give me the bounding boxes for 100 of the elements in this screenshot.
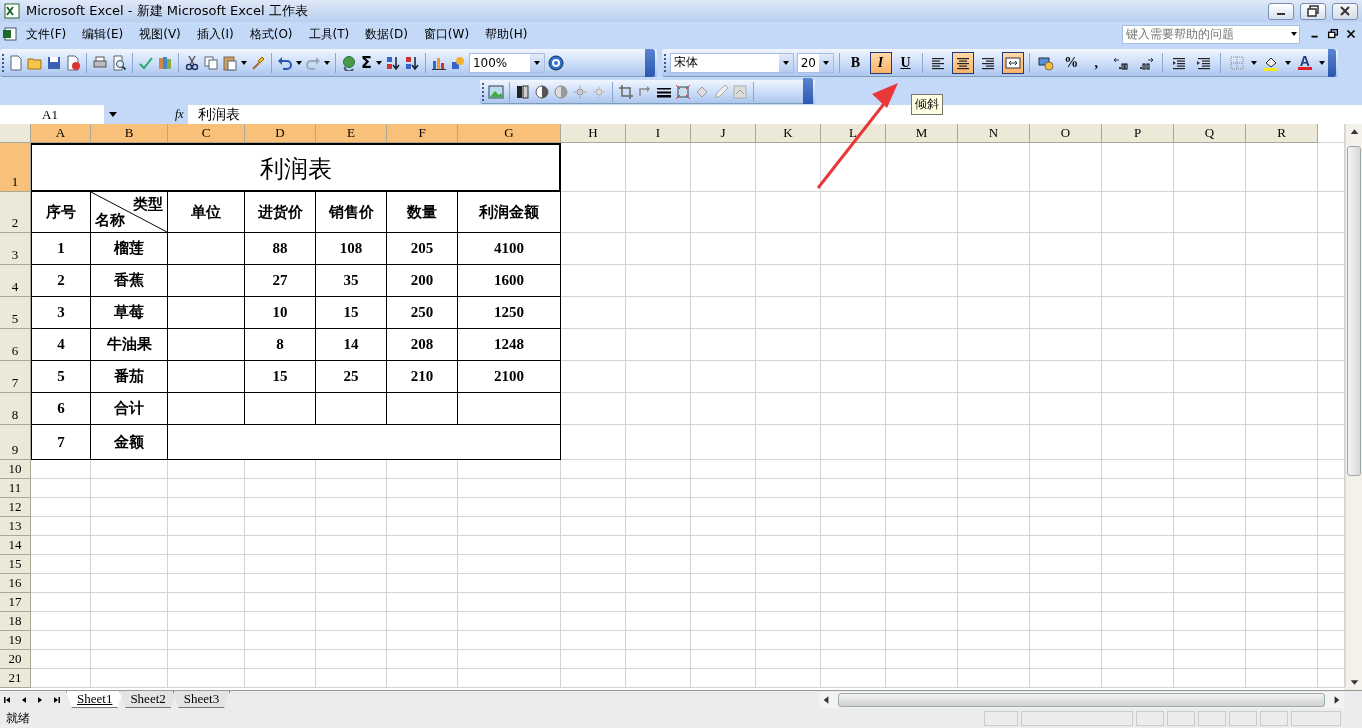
restore-icon[interactable] xyxy=(1326,27,1340,41)
brightness-icon[interactable] xyxy=(572,83,588,100)
row-header[interactable]: 17 xyxy=(0,593,31,612)
scissors-icon[interactable] xyxy=(184,54,200,71)
brightness-icon[interactable] xyxy=(591,83,607,100)
document-stop-icon[interactable] xyxy=(65,54,81,71)
comma-button[interactable]: , xyxy=(1085,51,1108,74)
row-header[interactable]: 7 xyxy=(0,361,31,393)
paintbrush-icon[interactable] xyxy=(250,54,266,71)
row-header[interactable]: 15 xyxy=(0,555,31,574)
spreadsheet-cell[interactable] xyxy=(168,393,245,425)
spreadsheet-cell[interactable] xyxy=(458,393,561,425)
column-header[interactable]: J xyxy=(691,124,756,143)
column-header[interactable]: P xyxy=(1102,124,1174,143)
sort-descending-icon[interactable] xyxy=(403,54,420,71)
crop-icon[interactable] xyxy=(618,83,634,100)
menu-item[interactable]: 编辑(E) xyxy=(74,25,132,43)
toolbar-options-button[interactable] xyxy=(645,48,655,77)
spreadsheet-cell[interactable] xyxy=(168,233,245,265)
reset-picture-icon[interactable] xyxy=(732,83,748,100)
autosum-button[interactable]: Σ xyxy=(360,53,373,72)
row-header[interactable]: 10 xyxy=(0,460,31,479)
minimize-button[interactable] xyxy=(1268,2,1294,20)
column-header[interactable]: K xyxy=(756,124,821,143)
new-document-icon[interactable] xyxy=(8,54,24,71)
sheet-tab[interactable]: Sheet2 xyxy=(119,691,177,708)
row-header[interactable]: 21 xyxy=(0,669,31,688)
contrast-icon[interactable] xyxy=(534,83,550,100)
sort-ascending-icon[interactable] xyxy=(384,54,401,71)
scroll-thumb[interactable] xyxy=(1347,146,1361,476)
row-header[interactable]: 9 xyxy=(0,425,31,460)
row-header[interactable]: 4 xyxy=(0,265,31,297)
row-header[interactable]: 6 xyxy=(0,329,31,361)
row-header[interactable]: 2 xyxy=(0,192,31,233)
row-header[interactable]: 20 xyxy=(0,650,31,669)
row-header[interactable]: 11 xyxy=(0,479,31,498)
column-header[interactable]: R xyxy=(1246,124,1318,143)
pencil-icon[interactable] xyxy=(713,83,729,100)
font-size-field[interactable]: 20 xyxy=(796,52,834,73)
scroll-thumb[interactable] xyxy=(838,692,1325,707)
menu-item[interactable]: 插入(I) xyxy=(188,25,242,43)
menu-item[interactable]: 视图(V) xyxy=(131,25,189,43)
row-header[interactable]: 14 xyxy=(0,536,31,555)
column-header[interactable]: G xyxy=(458,124,561,143)
percent-button[interactable]: % xyxy=(1060,51,1083,74)
spreadsheet-cell[interactable] xyxy=(168,329,245,361)
help-search-field[interactable]: 键入需要帮助的问题 xyxy=(1122,24,1300,44)
sheet-tab[interactable]: Sheet1 xyxy=(66,691,124,708)
workbook-icon[interactable] xyxy=(2,26,18,42)
row-header[interactable]: 1 xyxy=(0,143,31,192)
column-header[interactable]: Q xyxy=(1174,124,1246,143)
menu-item[interactable]: 帮助(H) xyxy=(477,25,536,43)
spreadsheet-cell[interactable] xyxy=(168,425,561,460)
column-header[interactable]: O xyxy=(1030,124,1102,143)
zoom-field[interactable]: 100% xyxy=(468,52,545,73)
name-box[interactable]: A1 xyxy=(0,104,104,124)
menu-item[interactable]: 数据(D) xyxy=(357,25,416,43)
restore-icon[interactable] xyxy=(1305,3,1321,19)
column-header[interactable]: I xyxy=(626,124,691,143)
row-header[interactable]: 13 xyxy=(0,517,31,536)
font-field[interactable]: 宋体 xyxy=(669,52,794,73)
sheet-tab[interactable]: Sheet3 xyxy=(172,691,231,708)
clipboard-icon[interactable] xyxy=(222,54,238,71)
spreadsheet-cell[interactable] xyxy=(245,393,316,425)
column-header[interactable]: D xyxy=(245,124,316,143)
books-icon[interactable] xyxy=(157,54,173,71)
function-label[interactable]: fx xyxy=(175,106,188,122)
column-header[interactable]: H xyxy=(561,124,626,143)
row-header[interactable]: 5 xyxy=(0,297,31,329)
column-header[interactable]: C xyxy=(168,124,245,143)
printer-icon[interactable] xyxy=(92,54,108,71)
select-all-button[interactable] xyxy=(0,124,31,143)
underline-button[interactable]: U xyxy=(894,51,917,74)
spreadsheet-cell[interactable] xyxy=(387,393,458,425)
row-header[interactable]: 16 xyxy=(0,574,31,593)
last-sheet-icon[interactable] xyxy=(51,694,61,705)
restore-button[interactable] xyxy=(1300,2,1326,20)
close-icon[interactable] xyxy=(1344,27,1358,41)
spreadsheet-cell[interactable] xyxy=(168,265,245,297)
row-header[interactable]: 12 xyxy=(0,498,31,517)
shapes-icon[interactable] xyxy=(449,54,466,71)
globe-icon[interactable] xyxy=(341,54,357,71)
print-preview-icon[interactable] xyxy=(111,54,127,71)
row-header[interactable]: 3 xyxy=(0,233,31,265)
column-header[interactable]: N xyxy=(958,124,1030,143)
vertical-scrollbar[interactable] xyxy=(1345,124,1362,690)
column-header[interactable]: F xyxy=(387,124,458,143)
menu-item[interactable]: 工具(T) xyxy=(300,25,358,43)
toolbar-options-button[interactable] xyxy=(1327,48,1336,77)
column-header[interactable]: M xyxy=(886,124,958,143)
column-header[interactable]: L xyxy=(821,124,886,143)
bold-button[interactable]: B xyxy=(844,51,867,74)
font-color-button[interactable]: A xyxy=(1293,51,1316,74)
help-icon[interactable] xyxy=(547,54,564,71)
italic-button[interactable]: I xyxy=(869,51,892,74)
column-header[interactable]: A xyxy=(31,124,91,143)
spreadsheet-cell[interactable] xyxy=(168,297,245,329)
menu-item[interactable]: 格式(O) xyxy=(241,25,301,43)
first-sheet-icon[interactable] xyxy=(3,694,13,705)
picture-icon[interactable] xyxy=(488,83,504,100)
